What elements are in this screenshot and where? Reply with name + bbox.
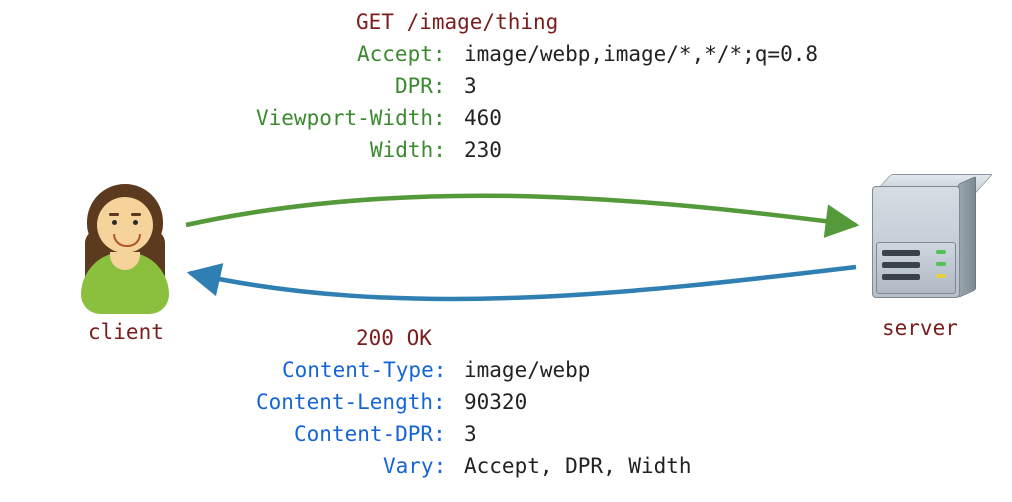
request-header-key: Width: [370,138,446,162]
server-icon [864,176,976,304]
request-header-value: 460 [464,106,502,130]
response-header-value: 3 [464,422,477,446]
server-label: server [882,316,958,340]
request-header-value: 230 [464,138,502,162]
request-header-key: Accept: [357,42,446,66]
response-header-key: Content-DPR: [294,422,446,446]
request-line: GET /image/thing [356,10,558,34]
response-arrow [190,267,856,299]
response-header-key: Content-Length: [256,390,446,414]
response-header-value: Accept, DPR, Width [464,454,692,478]
client-label: client [88,320,164,344]
client-icon [65,180,185,320]
response-header-key: Content-Type: [282,358,446,382]
request-header-value: image/webp,image/*,*/*;q=0.8 [464,42,818,66]
status-line: 200 OK [356,326,432,350]
response-header-value: 90320 [464,390,527,414]
request-header-value: 3 [464,74,477,98]
request-header-key: DPR: [395,74,446,98]
request-header-key: Viewport-Width: [256,106,446,130]
request-arrow [186,196,856,225]
response-header-key: Vary: [383,454,446,478]
response-header-value: image/webp [464,358,590,382]
